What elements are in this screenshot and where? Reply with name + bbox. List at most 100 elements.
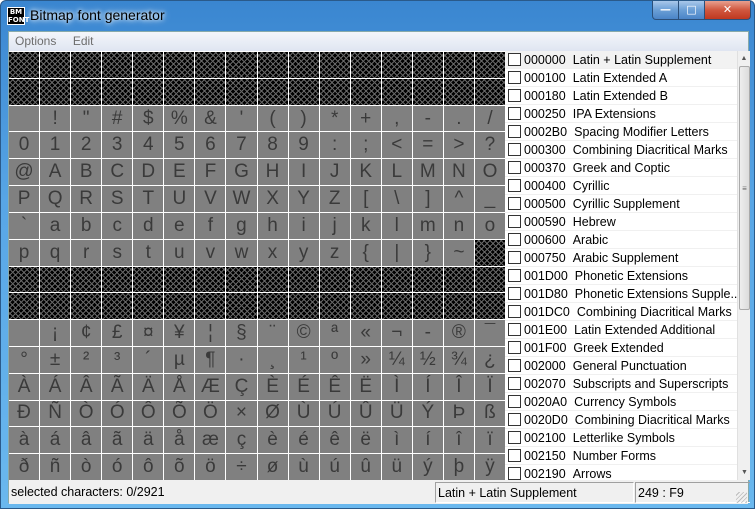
menu-options[interactable]: Options xyxy=(9,32,62,48)
char-cell[interactable]: Ç xyxy=(226,373,257,400)
unavailable-char-cell[interactable] xyxy=(40,78,71,105)
char-cell[interactable]: / xyxy=(474,105,505,132)
char-cell[interactable]: Í xyxy=(412,373,443,400)
char-cell[interactable]: ¿ xyxy=(474,346,505,373)
char-cell[interactable]: ¦ xyxy=(195,320,226,346)
char-cell[interactable]: = xyxy=(412,132,443,159)
subset-checkbox[interactable] xyxy=(508,251,521,264)
unavailable-char-cell[interactable] xyxy=(40,52,71,78)
char-cell[interactable]: 4 xyxy=(133,132,164,159)
char-cell[interactable]: | xyxy=(381,239,412,266)
subset-list-item[interactable]: 000590 Hebrew xyxy=(505,213,737,231)
subset-list-item[interactable]: 001F00 Greek Extended xyxy=(505,339,737,357)
unavailable-char-cell[interactable] xyxy=(381,78,412,105)
char-cell[interactable]: n xyxy=(443,212,474,239)
char-cell[interactable] xyxy=(9,320,40,346)
unavailable-char-cell[interactable] xyxy=(40,293,71,320)
char-cell[interactable]: ¯ xyxy=(474,320,505,346)
char-cell[interactable]: æ xyxy=(195,427,226,454)
unavailable-char-cell[interactable] xyxy=(288,293,319,320)
unavailable-char-cell[interactable] xyxy=(164,78,195,105)
unavailable-char-cell[interactable] xyxy=(288,266,319,293)
char-cell[interactable]: B xyxy=(71,159,102,186)
subset-list-item[interactable]: 001DC0 Combining Diacritical Marks xyxy=(505,303,737,321)
char-cell[interactable]: H xyxy=(257,159,288,186)
char-cell[interactable]: ? xyxy=(474,132,505,159)
char-cell[interactable]: J xyxy=(319,159,350,186)
subset-checkbox[interactable] xyxy=(508,395,521,408)
char-cell[interactable]: z xyxy=(319,239,350,266)
char-cell[interactable]: I xyxy=(288,159,319,186)
char-cell[interactable]: ì xyxy=(381,427,412,454)
unavailable-char-cell[interactable] xyxy=(226,266,257,293)
char-cell[interactable]: m xyxy=(412,212,443,239)
subset-checkbox[interactable] xyxy=(508,89,521,102)
unavailable-char-cell[interactable] xyxy=(226,78,257,105)
char-cell[interactable]: S xyxy=(102,186,133,212)
char-cell[interactable]: É xyxy=(288,373,319,400)
unavailable-char-cell[interactable] xyxy=(71,52,102,78)
char-cell[interactable]: 7 xyxy=(226,132,257,159)
char-cell[interactable]: ¹ xyxy=(288,346,319,373)
subset-checkbox[interactable] xyxy=(508,287,521,300)
char-cell[interactable]: Ò xyxy=(71,400,102,427)
char-cell[interactable]: _ xyxy=(474,186,505,212)
unavailable-char-cell[interactable] xyxy=(257,78,288,105)
char-cell[interactable]: C xyxy=(102,159,133,186)
unavailable-char-cell[interactable] xyxy=(195,52,226,78)
char-cell[interactable]: G xyxy=(226,159,257,186)
char-cell[interactable]: Ë xyxy=(350,373,381,400)
char-cell[interactable]: ~ xyxy=(443,239,474,266)
char-cell[interactable]: é xyxy=(288,427,319,454)
char-cell[interactable]: ¸ xyxy=(257,346,288,373)
unavailable-char-cell[interactable] xyxy=(474,266,505,293)
unavailable-char-cell[interactable] xyxy=(350,266,381,293)
char-cell[interactable]: Ý xyxy=(412,400,443,427)
unavailable-char-cell[interactable] xyxy=(412,78,443,105)
subset-checkbox[interactable] xyxy=(508,413,521,426)
char-cell[interactable]: Ð xyxy=(9,400,40,427)
char-cell[interactable]: ³ xyxy=(102,346,133,373)
char-cell[interactable]: ¼ xyxy=(381,346,412,373)
unavailable-char-cell[interactable] xyxy=(226,52,257,78)
char-cell[interactable]: Ô xyxy=(133,400,164,427)
subset-list-item[interactable]: 0020D0 Combining Diacritical Marks xyxy=(505,411,737,429)
unavailable-char-cell[interactable] xyxy=(195,293,226,320)
char-cell[interactable]: T xyxy=(133,186,164,212)
char-cell[interactable]: ¨ xyxy=(257,320,288,346)
unavailable-char-cell[interactable] xyxy=(102,293,133,320)
char-cell[interactable]: > xyxy=(443,132,474,159)
subset-checkbox[interactable] xyxy=(508,71,521,84)
subset-checkbox[interactable] xyxy=(508,377,521,390)
char-cell[interactable]: ã xyxy=(102,427,133,454)
subset-list-item[interactable]: 000750 Arabic Supplement xyxy=(505,249,737,267)
char-cell[interactable]: y xyxy=(288,239,319,266)
char-cell[interactable]: Ø xyxy=(257,400,288,427)
subset-list-item[interactable]: 002000 General Punctuation xyxy=(505,357,737,375)
char-cell[interactable]: } xyxy=(412,239,443,266)
char-cell[interactable]: ç xyxy=(226,427,257,454)
char-cell[interactable]: , xyxy=(381,105,412,132)
char-cell[interactable]: Ä xyxy=(133,373,164,400)
scroll-up-arrow-icon[interactable]: ▲ xyxy=(738,51,750,66)
char-cell[interactable]: × xyxy=(226,400,257,427)
char-cell[interactable]: § xyxy=(226,320,257,346)
char-cell[interactable]: µ xyxy=(164,346,195,373)
unavailable-char-cell[interactable] xyxy=(412,266,443,293)
char-cell[interactable]: ° xyxy=(9,346,40,373)
unavailable-char-cell[interactable] xyxy=(350,52,381,78)
char-cell[interactable]: ò xyxy=(71,454,102,480)
char-cell[interactable]: . xyxy=(443,105,474,132)
char-cell[interactable]: f xyxy=(195,212,226,239)
char-cell[interactable]: 0 xyxy=(9,132,40,159)
char-cell[interactable]: è xyxy=(257,427,288,454)
char-cell[interactable]: j xyxy=(319,212,350,239)
char-cell[interactable]: ¥ xyxy=(164,320,195,346)
subset-checkbox[interactable] xyxy=(508,269,521,282)
char-cell[interactable]: : xyxy=(319,132,350,159)
char-cell[interactable]: Æ xyxy=(195,373,226,400)
char-cell[interactable]: å xyxy=(164,427,195,454)
unavailable-char-cell[interactable] xyxy=(71,293,102,320)
subset-checkbox[interactable] xyxy=(508,233,521,246)
char-cell[interactable]: à xyxy=(9,427,40,454)
